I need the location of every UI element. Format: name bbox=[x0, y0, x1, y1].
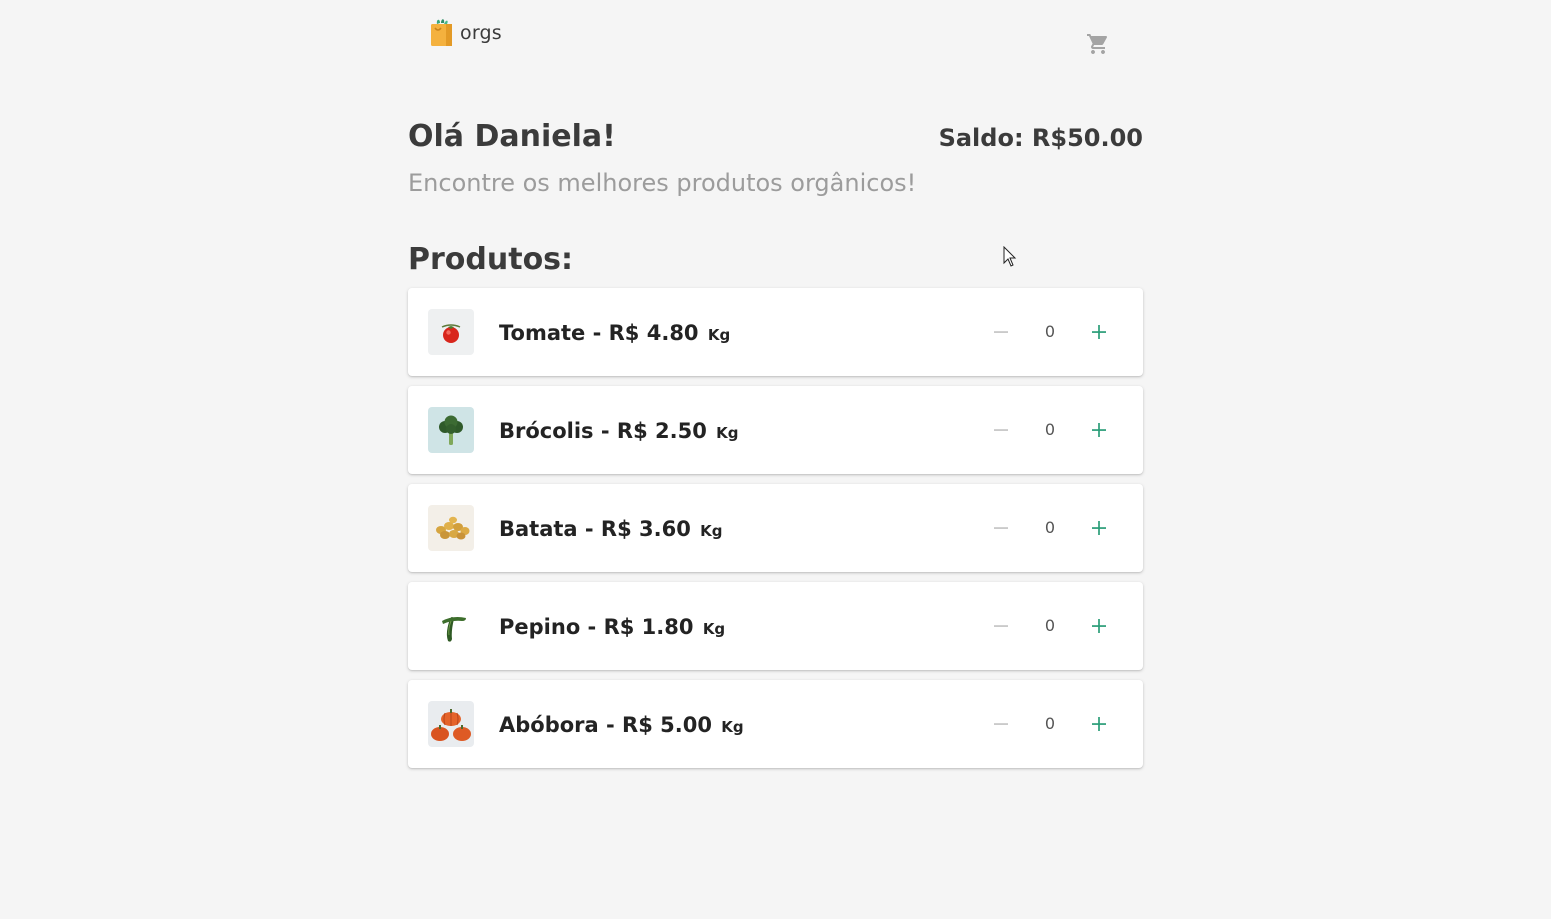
shopping-cart-icon bbox=[1087, 34, 1108, 54]
product-label: Batata - R$ 3.60 bbox=[499, 517, 691, 541]
broccoli-image bbox=[428, 407, 474, 453]
decrease-button[interactable] bbox=[985, 610, 1017, 642]
top-bar: orgs bbox=[0, 0, 1551, 70]
subtitle: Encontre os melhores produtos orgânicos! bbox=[408, 169, 917, 197]
decrease-button[interactable] bbox=[985, 414, 1017, 446]
minus-icon bbox=[994, 331, 1008, 333]
logo[interactable]: orgs bbox=[428, 18, 502, 48]
increase-button[interactable] bbox=[1083, 610, 1115, 642]
minus-icon bbox=[994, 625, 1008, 627]
product-label: Abóbora - R$ 5.00 bbox=[499, 713, 712, 737]
cucumber-image bbox=[428, 603, 474, 649]
quantity-stepper: 0 bbox=[988, 414, 1118, 446]
product-label: Brócolis - R$ 2.50 bbox=[499, 419, 707, 443]
potato-image bbox=[428, 505, 474, 551]
product-name: Batata - R$ 3.60 Kg bbox=[499, 514, 723, 546]
minus-icon bbox=[994, 429, 1008, 431]
product-name: Brócolis - R$ 2.50 Kg bbox=[499, 416, 739, 448]
cart-button[interactable] bbox=[1086, 32, 1110, 56]
quantity-value: 0 bbox=[1044, 322, 1056, 341]
greeting: Olá Daniela! bbox=[408, 119, 616, 154]
product-unit: Kg bbox=[700, 522, 723, 540]
main-content: Olá Daniela! Saldo: R$50.00 Encontre os … bbox=[408, 112, 1143, 278]
quantity-value: 0 bbox=[1044, 518, 1056, 537]
product-name: Tomate - R$ 4.80 Kg bbox=[499, 318, 730, 350]
quantity-stepper: 0 bbox=[988, 512, 1118, 544]
product-list: Tomate - R$ 4.80 Kg 0 Brócolis - R$ 2.50… bbox=[408, 288, 1143, 778]
product-card-abobora: Abóbora - R$ 5.00 Kg 0 bbox=[408, 680, 1143, 768]
plus-icon bbox=[1092, 521, 1106, 535]
quantity-stepper: 0 bbox=[988, 708, 1118, 740]
increase-button[interactable] bbox=[1083, 316, 1115, 348]
quantity-stepper: 0 bbox=[988, 316, 1118, 348]
quantity-value: 0 bbox=[1044, 420, 1056, 439]
plus-icon bbox=[1092, 619, 1106, 633]
product-card-pepino: Pepino - R$ 1.80 Kg 0 bbox=[408, 582, 1143, 670]
plus-icon bbox=[1092, 423, 1106, 437]
minus-icon bbox=[994, 723, 1008, 725]
product-unit: Kg bbox=[716, 424, 739, 442]
grocery-bag-icon bbox=[431, 19, 452, 46]
product-unit: Kg bbox=[721, 718, 744, 736]
increase-button[interactable] bbox=[1083, 708, 1115, 740]
minus-icon bbox=[994, 527, 1008, 529]
decrease-button[interactable] bbox=[985, 316, 1017, 348]
product-label: Pepino - R$ 1.80 bbox=[499, 615, 694, 639]
quantity-value: 0 bbox=[1044, 616, 1056, 635]
quantity-stepper: 0 bbox=[988, 610, 1118, 642]
product-card-batata: Batata - R$ 3.60 Kg 0 bbox=[408, 484, 1143, 572]
product-label: Tomate - R$ 4.80 bbox=[499, 321, 699, 345]
pumpkin-image bbox=[428, 701, 474, 747]
product-name: Pepino - R$ 1.80 Kg bbox=[499, 612, 725, 644]
plus-icon bbox=[1092, 717, 1106, 731]
balance: Saldo: R$50.00 bbox=[938, 124, 1143, 152]
product-card-tomate: Tomate - R$ 4.80 Kg 0 bbox=[408, 288, 1143, 376]
products-title: Produtos: bbox=[408, 242, 574, 277]
increase-button[interactable] bbox=[1083, 512, 1115, 544]
mouse-pointer-icon bbox=[1003, 246, 1017, 267]
product-card-brocolis: Brócolis - R$ 2.50 Kg 0 bbox=[408, 386, 1143, 474]
product-unit: Kg bbox=[702, 620, 726, 638]
product-name: Abóbora - R$ 5.00 Kg bbox=[499, 710, 744, 742]
greeting-row: Olá Daniela! Saldo: R$50.00 bbox=[408, 112, 1143, 162]
plus-icon bbox=[1092, 325, 1106, 339]
product-unit: Kg bbox=[707, 326, 731, 344]
decrease-button[interactable] bbox=[985, 708, 1017, 740]
logo-text: orgs bbox=[460, 21, 502, 44]
quantity-value: 0 bbox=[1044, 714, 1056, 733]
tomato-image bbox=[428, 309, 474, 355]
increase-button[interactable] bbox=[1083, 414, 1115, 446]
decrease-button[interactable] bbox=[985, 512, 1017, 544]
